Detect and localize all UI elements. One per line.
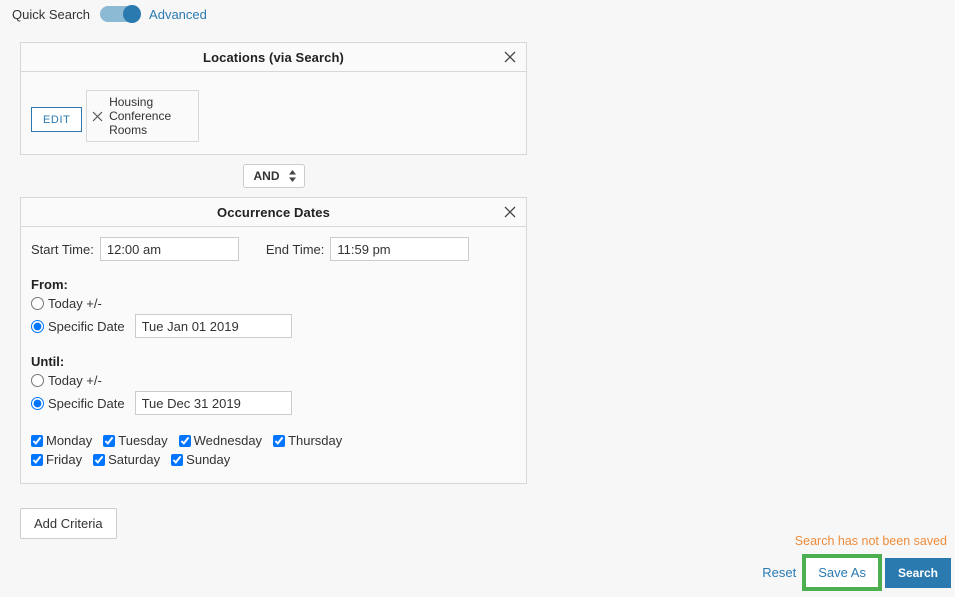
weekday-tuesday[interactable]: Tuesday <box>103 433 168 448</box>
weekday-tuesday-checkbox[interactable] <box>103 434 116 447</box>
end-time-input[interactable] <box>330 237 470 261</box>
weekday-row-1: Monday Tuesday Wednesday Thursday <box>31 433 516 448</box>
location-chip-label: Housing Conference Rooms <box>109 95 172 137</box>
weekday-monday-checkbox[interactable] <box>31 434 43 447</box>
weekday-row-2: Friday Saturday Sunday <box>31 452 516 467</box>
close-icon[interactable] <box>91 110 104 123</box>
toggle-knob <box>123 5 142 23</box>
start-time-input[interactable] <box>99 237 239 261</box>
weekday-sunday-label: Sunday <box>186 452 231 467</box>
locations-panel-header: Locations (via Search) <box>21 43 526 72</box>
locations-criteria-panel: Locations (via Search) EDIT Housing Conf… <box>20 42 527 155</box>
close-icon[interactable] <box>502 49 518 65</box>
until-specific-option[interactable]: Specific Date <box>31 391 516 415</box>
weekday-wednesday[interactable]: Wednesday <box>178 433 263 448</box>
weekday-monday-label: Monday <box>46 433 93 448</box>
quick-search-label: Quick Search <box>12 6 91 22</box>
until-group: Until: Today +/- Specific Date <box>31 354 516 415</box>
weekday-sunday-checkbox[interactable] <box>171 453 184 466</box>
edit-locations-button[interactable]: EDIT <box>31 106 83 132</box>
until-today-option[interactable]: Today +/- <box>31 371 516 389</box>
weekday-saturday-label: Saturday <box>108 452 161 467</box>
until-specific-date-input[interactable] <box>134 391 292 415</box>
time-range-row: Start Time: End Time: <box>31 237 516 261</box>
criteria-connector-select[interactable]: AND OR <box>242 164 305 188</box>
weekday-friday-checkbox[interactable] <box>31 453 43 466</box>
from-specific-label: Specific Date <box>48 318 125 334</box>
weekday-thursday-checkbox[interactable] <box>273 434 286 447</box>
until-specific-label: Specific Date <box>48 395 125 411</box>
end-time-label: End Time: <box>265 241 325 257</box>
until-heading: Until: <box>31 354 65 369</box>
search-actions-footer: Search has not been saved Reset Save As … <box>762 534 951 591</box>
dates-panel-body: Start Time: End Time: From: Today +/- Sp… <box>21 227 526 483</box>
from-specific-radio[interactable] <box>31 319 44 333</box>
save-as-button[interactable]: Save As <box>806 558 878 587</box>
dates-panel-header: Occurrence Dates <box>21 198 526 227</box>
close-icon[interactable] <box>502 204 518 220</box>
weekday-thursday-label: Thursday <box>288 433 343 448</box>
save-as-highlight: Save As <box>802 554 882 591</box>
unsaved-search-status: Search has not been saved <box>794 534 947 548</box>
until-today-radio[interactable] <box>31 373 44 387</box>
weekday-friday-label: Friday <box>46 452 83 467</box>
occurrence-dates-criteria-panel: Occurrence Dates Start Time: End Time: F… <box>20 197 527 484</box>
from-group: From: Today +/- Specific Date <box>31 277 516 338</box>
connector-wrap: AND OR <box>242 164 305 188</box>
from-today-radio[interactable] <box>31 296 44 310</box>
locations-panel-body: EDIT Housing Conference Rooms <box>21 72 526 154</box>
weekday-wednesday-label: Wednesday <box>193 433 263 448</box>
footer-buttons: Reset Save As Search <box>762 554 951 591</box>
weekday-wednesday-checkbox[interactable] <box>178 434 191 447</box>
weekday-selector: Monday Tuesday Wednesday Thursday Friday… <box>31 433 516 467</box>
from-specific-date-input[interactable] <box>134 314 292 338</box>
from-today-option[interactable]: Today +/- <box>31 294 516 312</box>
weekday-thursday[interactable]: Thursday <box>273 433 342 448</box>
quick-search-bar: Quick Search Advanced <box>0 0 955 25</box>
from-today-label: Today +/- <box>48 295 102 311</box>
locations-panel-title: Locations (via Search) <box>203 49 344 65</box>
search-button[interactable]: Search <box>884 557 951 588</box>
reset-button[interactable]: Reset <box>762 565 796 580</box>
advanced-mode-toggle[interactable] <box>100 5 142 23</box>
add-criteria-button[interactable]: Add Criteria <box>20 508 117 539</box>
weekday-saturday[interactable]: Saturday <box>93 452 160 467</box>
until-today-label: Today +/- <box>48 372 102 388</box>
weekday-sunday[interactable]: Sunday <box>171 452 230 467</box>
weekday-tuesday-label: Tuesday <box>118 433 168 448</box>
location-chip: Housing Conference Rooms <box>86 90 200 142</box>
weekday-saturday-checkbox[interactable] <box>93 453 106 466</box>
advanced-link[interactable]: Advanced <box>149 7 207 22</box>
from-specific-option[interactable]: Specific Date <box>31 314 516 338</box>
weekday-monday[interactable]: Monday <box>31 433 92 448</box>
start-time-label: Start Time: <box>31 241 94 257</box>
weekday-friday[interactable]: Friday <box>31 452 82 467</box>
criteria-connector-row: AND OR <box>0 164 547 188</box>
from-heading: From: <box>31 277 68 292</box>
until-specific-radio[interactable] <box>31 396 44 410</box>
dates-panel-title: Occurrence Dates <box>217 204 330 220</box>
